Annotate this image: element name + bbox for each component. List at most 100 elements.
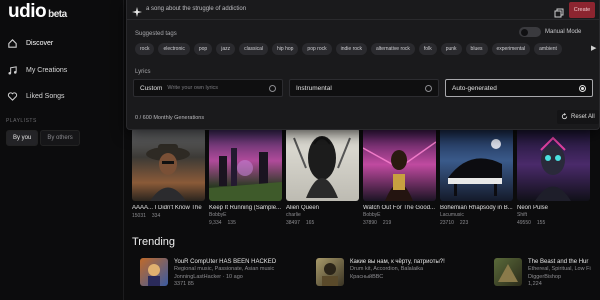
create-button[interactable]: Create xyxy=(569,2,595,18)
lyrics-custom-option[interactable]: Custom Write your own lyrics xyxy=(133,79,283,97)
tab-by-others[interactable]: By others xyxy=(40,130,80,146)
song-card[interactable]: AAAA... I Didn't Know The 15031 334 xyxy=(132,128,205,226)
song-stats: 49550 155 xyxy=(517,220,590,226)
trending-item[interactable]: The Beast and the Hur Ethereal, Spiritua… xyxy=(494,258,591,288)
sidebar-item-liked-songs[interactable]: Liked Songs xyxy=(6,87,118,105)
song-cover[interactable] xyxy=(209,128,282,201)
reset-all-button[interactable]: Reset All xyxy=(557,110,599,124)
sidebar-item-label: Liked Songs xyxy=(26,92,65,100)
song-artist[interactable]: BobbyE xyxy=(363,212,436,218)
play-count: 9,334 xyxy=(209,220,222,226)
tag-chip[interactable]: folk xyxy=(418,43,437,55)
sidebar-item-label: My Creations xyxy=(26,66,68,74)
song-stats: 23710 223 xyxy=(440,220,513,226)
radio-icon xyxy=(269,85,276,92)
song-card[interactable]: Keep It Running (Sample... BobbyE 9,334 1… xyxy=(209,128,282,226)
reset-label: Reset All xyxy=(571,114,595,120)
sidebar-item-discover[interactable]: Discover xyxy=(6,34,118,52)
tag-chip[interactable]: pop xyxy=(193,43,213,55)
song-artist[interactable]: Lacumusic xyxy=(440,212,513,218)
song-cover[interactable] xyxy=(494,258,522,286)
song-title[interactable]: AAAA... I Didn't Know The xyxy=(132,205,205,211)
song-title[interactable]: Alien Queen xyxy=(286,205,359,211)
song-tags: Regional music, Passionate, Asian music xyxy=(174,266,275,273)
song-artist: КрасныйВВС xyxy=(350,273,384,280)
song-artist: JonningLastHacker · 10 ago xyxy=(174,273,243,280)
sparkle-icon xyxy=(132,4,142,17)
song-stats: 38497 165 xyxy=(286,220,359,226)
song-title[interactable]: Keep It Running (Sample... xyxy=(209,205,282,211)
play-count: 38497 xyxy=(286,220,300,226)
play-count: 23710 xyxy=(440,220,454,226)
song-stats: 37890 219 xyxy=(363,220,436,226)
song-cover[interactable] xyxy=(440,128,513,201)
song-card[interactable]: Alien Queen charlie 38497 165 xyxy=(286,128,359,226)
lyrics-auto-generated-option[interactable]: Auto-generated xyxy=(445,79,593,97)
udio-logo[interactable]: udio beta xyxy=(8,1,67,23)
like-count: 223 xyxy=(459,220,469,226)
song-artist[interactable]: Shift xyxy=(517,212,590,218)
song-cover[interactable] xyxy=(517,128,590,201)
song-artist[interactable]: charlie xyxy=(286,212,359,218)
play-count: 49550 xyxy=(517,220,531,226)
song-card[interactable]: Bohemian Rhapsody in B... Lacumusic 2371… xyxy=(440,128,513,226)
song-cover[interactable] xyxy=(363,128,436,201)
music-icon xyxy=(6,64,18,76)
tag-chip[interactable]: experimental xyxy=(491,43,531,55)
tag-chip[interactable]: punk xyxy=(440,43,462,55)
tag-chip[interactable]: jazz xyxy=(216,43,236,55)
trending-item-text: Какие вы нам, к чёрту, патриоты?! Drum k… xyxy=(350,258,445,286)
like-count: 334 xyxy=(151,213,161,219)
song-cover[interactable] xyxy=(132,128,205,201)
song-stats: 15031 334 xyxy=(132,213,205,219)
tag-chip[interactable]: hip hop xyxy=(272,43,299,55)
play-count: 15031 xyxy=(132,213,146,219)
sidebar: udio beta Discover My Creations Liked Son… xyxy=(0,0,124,300)
trending-item[interactable]: YouR CompUter HAS BEEN HACKED Regional m… xyxy=(140,258,276,288)
trending-heading: Trending xyxy=(132,236,176,248)
song-title[interactable]: The Beast and the Hur xyxy=(528,258,591,266)
option-label: Auto-generated xyxy=(452,84,497,92)
song-artist[interactable]: BobbyE xyxy=(209,212,282,218)
tag-chip[interactable]: ambient xyxy=(534,43,562,55)
tag-chip[interactable]: pop rock xyxy=(302,43,332,55)
manual-mode-toggle[interactable] xyxy=(519,27,541,37)
song-title[interactable]: Bohemian Rhapsody in B... xyxy=(440,205,513,211)
tab-by-you[interactable]: By you xyxy=(6,130,39,146)
lyrics-instrumental-option[interactable]: Instrumental xyxy=(289,79,439,97)
trending-item-text: YouR CompUter HAS BEEN HACKED Regional m… xyxy=(174,258,276,288)
radio-icon xyxy=(579,85,586,92)
tag-chip[interactable]: electronic xyxy=(158,43,190,55)
tag-chip[interactable]: classical xyxy=(239,43,269,55)
song-title[interactable]: Watch Out For The Good... xyxy=(363,205,436,211)
song-card[interactable]: Neon Pulse Shift 49550 155 xyxy=(517,128,590,226)
song-cover[interactable] xyxy=(140,258,168,286)
play-count: 37890 xyxy=(363,220,377,226)
song-cover[interactable] xyxy=(316,258,344,286)
like-count: 135 xyxy=(227,220,236,226)
manual-mode-label: Manual Mode xyxy=(545,29,582,35)
tag-chip[interactable]: alternative rock xyxy=(371,43,415,55)
tag-chip[interactable]: blues xyxy=(465,43,488,55)
tag-chip[interactable]: rock xyxy=(135,43,155,55)
like-count: 165 xyxy=(305,220,315,226)
shuffle-icon[interactable] xyxy=(554,5,564,18)
prompt-input[interactable]: a song about the struggle of addiction xyxy=(146,6,246,12)
trending-item[interactable]: Какие вы нам, к чёрту, патриоты?! Drum k… xyxy=(316,258,445,286)
suggested-tags-label: Suggested tags xyxy=(135,31,177,37)
tag-chip[interactable]: indie rock xyxy=(335,43,368,55)
song-title[interactable]: YouR CompUter HAS BEEN HACKED xyxy=(174,258,276,266)
sidebar-item-my-creations[interactable]: My Creations xyxy=(6,61,118,79)
song-tags: Ethereal, Spiritual, Low Fi xyxy=(528,266,591,273)
reset-icon xyxy=(561,112,568,122)
heart-icon xyxy=(6,90,18,102)
featured-songs: AAAA... I Didn't Know The 15031 334 Keep … xyxy=(132,128,590,226)
song-title[interactable]: Neon Pulse xyxy=(517,205,590,211)
option-label: Instrumental xyxy=(296,84,332,92)
song-cover[interactable] xyxy=(286,128,359,201)
song-title[interactable]: Какие вы нам, к чёрту, патриоты?! xyxy=(350,258,445,266)
song-card[interactable]: Watch Out For The Good... BobbyE 37890 21… xyxy=(363,128,436,226)
playlists-label: PLAYLISTS xyxy=(6,118,37,124)
chevron-right-icon[interactable]: ▶ xyxy=(591,44,596,52)
song-stats: 3371 85 xyxy=(174,280,194,287)
